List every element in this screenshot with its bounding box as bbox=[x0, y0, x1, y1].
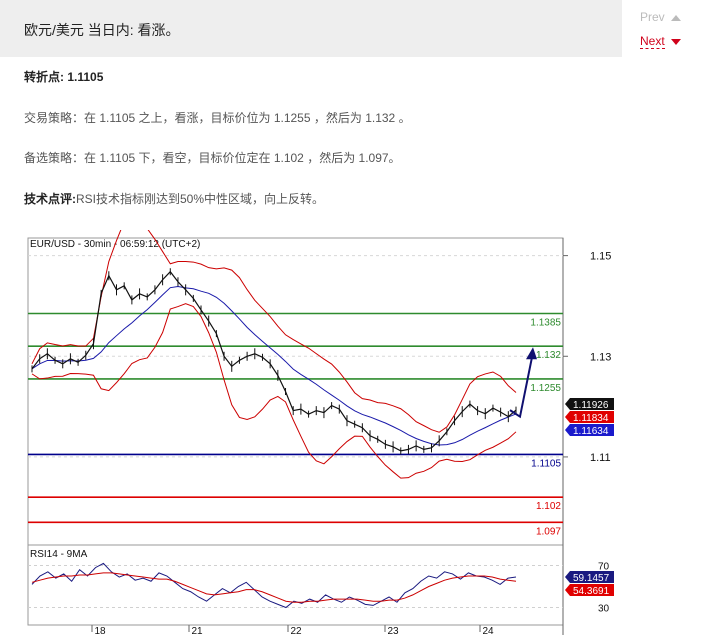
price-tick-label: 1.11 bbox=[590, 452, 611, 464]
comment-text: RSI技术指标刚达到50%中性区域，向上反转。 bbox=[76, 192, 325, 206]
alt-strategy-text: 在 1.1105 下，看空，目标价位定在 1.102 ，然后为 1.097。 bbox=[84, 151, 401, 165]
prev-label: Prev bbox=[640, 10, 665, 24]
strategy-line: 交易策略：在 1.1105 之上，看涨，目标价位为 1.1255 ，然后为 1.… bbox=[24, 109, 411, 126]
price-tick-label: 1.13 bbox=[590, 351, 611, 363]
rsi-tag-pointer bbox=[565, 571, 570, 583]
rsi-tick-label: 70 bbox=[598, 562, 610, 573]
price-tag-pointer bbox=[565, 398, 570, 410]
level-label: 1.102 bbox=[536, 501, 561, 512]
level-label: 1.1385 bbox=[530, 317, 561, 328]
price-tick-label: 1.15 bbox=[590, 251, 611, 263]
rsi-panel bbox=[27, 544, 564, 626]
x-tick-label: 24 bbox=[482, 626, 494, 637]
page-title: 欧元/美元 当日内: 看涨。 bbox=[24, 22, 180, 38]
x-tick-label: 23 bbox=[387, 626, 399, 637]
price-tag-label: 1.11634 bbox=[573, 426, 609, 437]
price-tag-label: 1.11834 bbox=[573, 413, 609, 424]
pivot-line: 转折点: 1.1105 bbox=[24, 68, 103, 85]
level-label: 1.097 bbox=[536, 526, 561, 537]
rsi-tag-label: 59.1457 bbox=[573, 573, 610, 584]
alt-strategy-line: 备选策略：在 1.1105 下，看空，目标价位定在 1.102 ，然后为 1.0… bbox=[24, 149, 401, 166]
next-label: Next bbox=[640, 34, 665, 49]
rsi-tag-label: 54.3691 bbox=[573, 586, 610, 597]
x-tick-label: 18 bbox=[94, 626, 106, 637]
triangle-up-icon bbox=[670, 14, 681, 21]
strategy-text: 在 1.1105 之上，看涨，目标价位为 1.1255 ，然后为 1.132 。 bbox=[84, 111, 411, 125]
price-panel bbox=[27, 237, 564, 546]
alt-strategy-label: 备选策略： bbox=[24, 151, 85, 165]
next-link[interactable]: Next bbox=[640, 34, 710, 52]
pager: Prev Next bbox=[640, 10, 710, 52]
triangle-down-icon bbox=[670, 38, 681, 45]
rsi-title: RSI14 - 9MA bbox=[30, 549, 88, 560]
price-tag-pointer bbox=[565, 424, 570, 436]
level-label: 1.1105 bbox=[531, 458, 561, 469]
strategy-label: 交易策略： bbox=[24, 111, 85, 125]
prev-link[interactable]: Prev bbox=[640, 10, 710, 30]
level-label: 1.1255 bbox=[530, 383, 561, 394]
comment-label: 技术点评: bbox=[24, 192, 76, 206]
x-tick-label: 21 bbox=[191, 626, 203, 637]
header-bar: 欧元/美元 当日内: 看涨。 bbox=[0, 0, 622, 57]
x-tick-label: 22 bbox=[290, 626, 302, 637]
pivot-value: 1.1105 bbox=[67, 70, 104, 84]
comment-line: 技术点评:RSI技术指标刚达到50%中性区域，向上反转。 bbox=[24, 190, 324, 207]
price-tag-label: 1.11926 bbox=[573, 400, 609, 411]
price-tag-pointer bbox=[565, 411, 570, 423]
rsi-tick-label: 30 bbox=[598, 604, 610, 615]
pivot-label: 转折点: bbox=[24, 70, 64, 84]
eurusd-chart: EUR/USD - 30min - 06:59:12 (UTC+2) RSI14… bbox=[27, 230, 614, 637]
rsi-tag-pointer bbox=[565, 584, 570, 596]
level-label: 1.132 bbox=[536, 350, 561, 361]
